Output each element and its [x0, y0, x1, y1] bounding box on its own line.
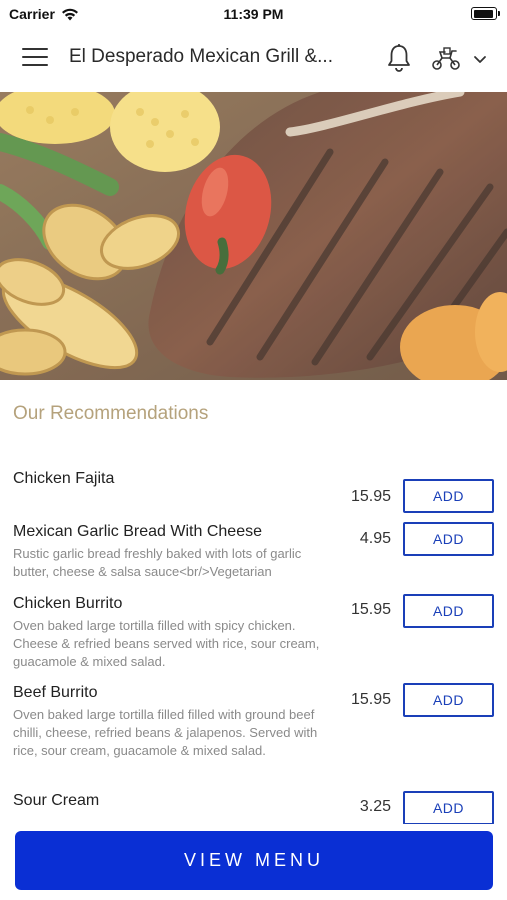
status-bar: Carrier 11:39 PM: [0, 0, 507, 28]
restaurant-title: El Desperado Mexican Grill &...: [69, 46, 333, 67]
add-button[interactable]: ADD: [403, 683, 494, 717]
item-name: Chicken Burrito: [13, 595, 123, 612]
chevron-down-icon[interactable]: [472, 52, 488, 66]
item-description: Rustic garlic bread freshly baked with l…: [13, 546, 302, 579]
hero-food-image: [0, 92, 507, 380]
bell-icon[interactable]: [386, 43, 412, 73]
item-name: Mexican Garlic Bread With Cheese: [13, 523, 262, 540]
add-button[interactable]: ADD: [403, 479, 494, 513]
section-title: Our Recommendations: [13, 403, 209, 424]
nav-bar: El Desperado Mexican Grill &...: [0, 28, 507, 92]
item-description: Oven baked large tortilla filled filled …: [13, 707, 318, 758]
item-name: Sour Cream: [13, 792, 100, 809]
add-button[interactable]: ADD: [403, 791, 494, 824]
item-price: 15.95: [350, 691, 391, 708]
menu-list: Chicken Fajita 15.95 ADD Mexican Garlic …: [0, 460, 507, 824]
clock: 11:39 PM: [223, 6, 284, 22]
item-name: Beef Burrito: [13, 684, 98, 701]
delivery-scooter-icon[interactable]: [430, 46, 462, 72]
add-button[interactable]: ADD: [403, 522, 494, 556]
grilled-steak-image: [0, 92, 507, 380]
item-price: 15.95: [350, 601, 391, 618]
hamburger-menu-icon[interactable]: [22, 48, 48, 70]
item-price: 4.95: [359, 530, 391, 547]
item-price: 3.25: [359, 798, 391, 815]
item-description: Oven baked large tortilla filled with sp…: [13, 618, 320, 669]
view-menu-button[interactable]: VIEW MENU: [15, 831, 493, 890]
add-button[interactable]: ADD: [403, 594, 494, 628]
item-price: 15.95: [350, 488, 391, 505]
item-name: Chicken Fajita: [13, 470, 115, 487]
battery-icon: [471, 7, 500, 20]
